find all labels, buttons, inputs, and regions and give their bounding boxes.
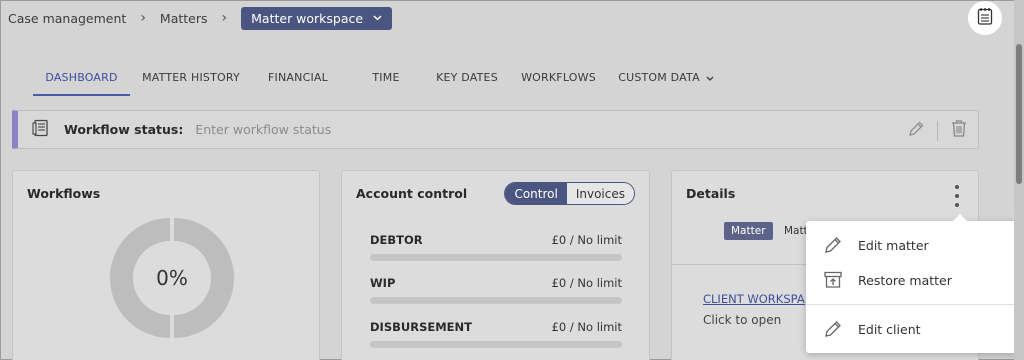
account-control-title: Account control xyxy=(356,186,468,201)
tab-custom-data[interactable]: CUSTOM DATA xyxy=(611,58,721,96)
details-card-title: Details xyxy=(686,186,736,201)
client-workspace-link[interactable]: CLIENT WORKSPACE xyxy=(703,292,805,306)
menu-item-edit-client[interactable]: Edit client xyxy=(806,314,1020,344)
account-progress-bar xyxy=(370,341,622,348)
tab-key-dates[interactable]: KEY DATES xyxy=(428,58,506,96)
scrollbar-thumb[interactable] xyxy=(1016,44,1022,184)
tab-label: MATTER HISTORY xyxy=(142,70,240,84)
tab-financial[interactable]: FINANCIAL xyxy=(252,58,344,96)
invoices-toggle-button[interactable]: Invoices xyxy=(566,183,634,204)
account-row-disbursement: DISBURSEMENT £0 / No limit xyxy=(370,320,622,348)
account-progress-bar xyxy=(370,254,622,261)
account-row-name: DISBURSEMENT xyxy=(370,320,472,334)
matter-workspace-label: Matter workspace xyxy=(251,10,364,26)
divider xyxy=(937,120,938,141)
breadcrumb: Case management › Matters › Matter works… xyxy=(8,6,393,30)
more-options-icon[interactable] xyxy=(954,185,960,207)
breadcrumb-case-management[interactable]: Case management xyxy=(8,11,126,26)
matter-workspace-dropdown[interactable]: Matter workspace xyxy=(241,6,393,30)
details-options-menu: Edit matter Restore matter Edit client xyxy=(806,214,1020,353)
tab-label: KEY DATES xyxy=(436,70,498,84)
tab-time[interactable]: TIME xyxy=(344,58,428,96)
account-control-card: Account control Control Invoices DEBTOR … xyxy=(341,170,650,360)
details-tab-matter[interactable]: Matter xyxy=(724,222,773,240)
account-row-name: DEBTOR xyxy=(370,233,423,247)
breadcrumb-matters[interactable]: Matters xyxy=(160,11,208,26)
account-row-name: WIP xyxy=(370,276,396,290)
tab-label: DASHBOARD xyxy=(45,70,118,84)
workflow-status-actions xyxy=(907,119,968,142)
account-row-value: £0 / No limit xyxy=(551,233,622,247)
notes-button[interactable] xyxy=(968,1,1002,35)
account-row-value: £0 / No limit xyxy=(551,276,622,290)
tab-label: TIME xyxy=(372,70,400,84)
workflows-card: Workflows 0% xyxy=(12,170,320,360)
menu-item-edit-matter[interactable]: Edit matter xyxy=(806,230,1020,260)
account-row-wip: WIP £0 / No limit xyxy=(370,276,622,304)
tab-matter-history[interactable]: MATTER HISTORY xyxy=(130,58,252,96)
workflows-progress-donut: 0% xyxy=(110,216,234,340)
menu-item-restore-matter[interactable]: Restore matter xyxy=(806,265,1020,295)
tab-label: FINANCIAL xyxy=(268,70,328,84)
workflow-status-input[interactable] xyxy=(195,122,796,137)
account-row-value: £0 / No limit xyxy=(551,320,622,334)
pencil-icon xyxy=(822,235,844,255)
archive-restore-icon xyxy=(822,270,844,290)
pencil-icon[interactable] xyxy=(907,120,925,142)
workflow-status-label: Workflow status: xyxy=(64,122,184,137)
tab-bar: DASHBOARD MATTER HISTORY FINANCIAL TIME … xyxy=(33,58,721,96)
menu-item-label: Edit client xyxy=(858,321,921,337)
document-icon xyxy=(32,119,50,141)
details-tab-secondary[interactable]: Matt xyxy=(784,225,808,237)
workflow-status-bar: Workflow status: xyxy=(12,110,979,149)
tab-label: CUSTOM DATA xyxy=(618,70,700,84)
pencil-icon xyxy=(822,319,844,339)
workflows-card-title: Workflows xyxy=(27,186,101,201)
client-workspace-hint: Click to open xyxy=(703,313,782,327)
account-progress-bar xyxy=(370,297,622,304)
tab-dashboard[interactable]: DASHBOARD xyxy=(33,58,130,96)
menu-divider xyxy=(806,304,1020,305)
account-view-toggle: Control Invoices xyxy=(504,182,635,205)
menu-item-label: Restore matter xyxy=(858,272,952,288)
chevron-down-icon xyxy=(373,13,382,24)
account-row-debtor: DEBTOR £0 / No limit xyxy=(370,233,622,261)
chevron-right-icon: › xyxy=(140,10,146,26)
tab-label: WORKFLOWS xyxy=(521,70,596,84)
chevron-down-icon xyxy=(706,71,714,84)
notepad-icon xyxy=(977,7,993,29)
workflows-percent: 0% xyxy=(156,266,188,290)
control-toggle-button[interactable]: Control xyxy=(505,183,567,204)
tab-workflows[interactable]: WORKFLOWS xyxy=(506,58,611,96)
chevron-right-icon: › xyxy=(221,10,228,26)
trash-icon[interactable] xyxy=(950,119,968,142)
menu-item-label: Edit matter xyxy=(858,237,929,253)
